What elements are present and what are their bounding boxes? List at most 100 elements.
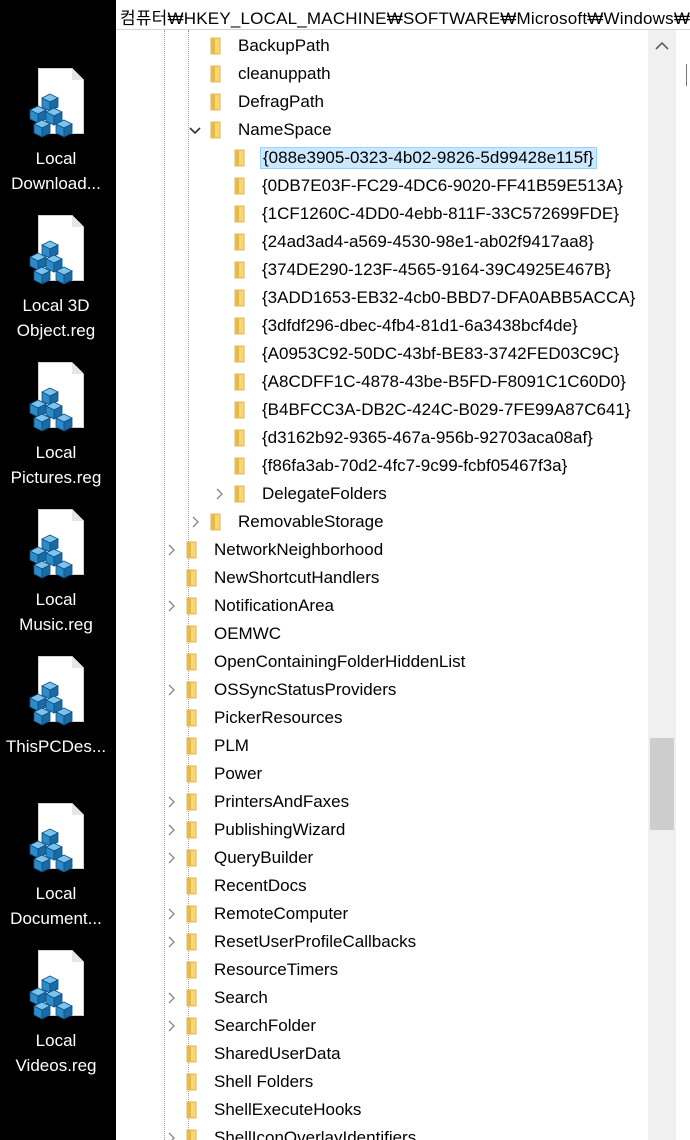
tree-node[interactable]: SearchFolder xyxy=(116,1012,648,1040)
tree-node-label[interactable]: OEMWC xyxy=(212,623,283,645)
vertical-scrollbar[interactable] xyxy=(648,30,676,1140)
tree-node[interactable]: NewShortcutHandlers xyxy=(116,564,648,592)
tree-node-label-selected[interactable]: {088e3905-0323-4b02-9826-5d99428e115f} xyxy=(260,147,597,169)
tree-node[interactable]: PLM xyxy=(116,732,648,760)
chevron-down-icon[interactable] xyxy=(188,123,202,137)
tree-node[interactable]: Shell Folders xyxy=(116,1068,648,1096)
address-path[interactable]: 컴퓨터₩HKEY_LOCAL_MACHINE₩SOFTWARE₩Microsof… xyxy=(120,4,690,29)
desktop-icon-local-videos[interactable]: Local Videos.reg xyxy=(0,950,112,1078)
tree-node[interactable]: BackupPath xyxy=(116,32,648,60)
tree-node-label[interactable]: PublishingWizard xyxy=(212,819,347,841)
chevron-right-icon[interactable] xyxy=(164,599,178,613)
scrollbar-thumb[interactable] xyxy=(650,738,674,830)
tree-node[interactable]: PrintersAndFaxes xyxy=(116,788,648,816)
tree-node[interactable]: Power xyxy=(116,760,648,788)
tree-node-label[interactable]: PrintersAndFaxes xyxy=(212,791,351,813)
tree-node[interactable]: PublishingWizard xyxy=(116,816,648,844)
tree-node-label[interactable]: Search xyxy=(212,987,270,1009)
tree-node-label[interactable]: RemovableStorage xyxy=(236,511,386,533)
tree-node-label[interactable]: BackupPath xyxy=(236,35,332,57)
tree-node[interactable]: ResetUserProfileCallbacks xyxy=(116,928,648,956)
desktop-icon-thispcdes[interactable]: ThisPCDes... xyxy=(0,656,112,759)
tree-node[interactable]: ResourceTimers xyxy=(116,956,648,984)
tree-node-label[interactable]: ShellExecuteHooks xyxy=(212,1099,363,1121)
scroll-up-arrow-icon[interactable] xyxy=(648,30,676,60)
chevron-right-icon[interactable] xyxy=(164,991,178,1005)
tree-node[interactable]: ShellIconOverlayIdentifiers xyxy=(116,1124,648,1140)
tree-node-label[interactable]: {3ADD1653-EB32-4cb0-BBD7-DFA0ABB5ACCA} xyxy=(260,287,637,309)
tree-node[interactable]: {24ad3ad4-a569-4530-98e1-ab02f9417aa8} xyxy=(116,228,648,256)
tree-node-label[interactable]: ResetUserProfileCallbacks xyxy=(212,931,418,953)
tree-node[interactable]: {f86fa3ab-70d2-4fc7-9c99-fcbf05467f3a} xyxy=(116,452,648,480)
tree-node[interactable]: {1CF1260C-4DD0-4ebb-811F-33C572699FDE} xyxy=(116,200,648,228)
address-bar[interactable]: 컴퓨터₩HKEY_LOCAL_MACHINE₩SOFTWARE₩Microsof… xyxy=(116,0,690,30)
tree-node-label[interactable]: OpenContainingFolderHiddenList xyxy=(212,651,467,673)
tree-node[interactable]: DefragPath xyxy=(116,88,648,116)
desktop-icon-local-music[interactable]: Local Music.reg xyxy=(0,509,112,637)
tree-node-label[interactable]: PLM xyxy=(212,735,251,757)
tree-node-label[interactable]: {d3162b92-9365-467a-956b-92703aca08af} xyxy=(260,427,595,449)
tree-node-label[interactable]: RecentDocs xyxy=(212,875,309,897)
chevron-right-icon[interactable] xyxy=(164,935,178,949)
tree-node[interactable]: RemovableStorage xyxy=(116,508,648,536)
tree-node[interactable]: {A8CDFF1C-4878-43be-B5FD-F8091C1C60D0} xyxy=(116,368,648,396)
tree-node[interactable]: {3ADD1653-EB32-4cb0-BBD7-DFA0ABB5ACCA} xyxy=(116,284,648,312)
tree-node[interactable]: Search xyxy=(116,984,648,1012)
tree-node[interactable]: RemoteComputer xyxy=(116,900,648,928)
tree-node-label[interactable]: ShellIconOverlayIdentifiers xyxy=(212,1127,418,1140)
desktop-icon-local-documents[interactable]: Local Document... xyxy=(0,803,112,931)
tree-node[interactable]: OSSyncStatusProviders xyxy=(116,676,648,704)
chevron-right-icon[interactable] xyxy=(164,851,178,865)
tree-node[interactable]: OpenContainingFolderHiddenList xyxy=(116,648,648,676)
tree-node-label[interactable]: {A0953C92-50DC-43bf-BE83-3742FED03C9C} xyxy=(260,343,621,365)
tree-node[interactable]: {374DE290-123F-4565-9164-39C4925E467B} xyxy=(116,256,648,284)
tree-node[interactable]: QueryBuilder xyxy=(116,844,648,872)
tree-node-label[interactable]: SearchFolder xyxy=(212,1015,318,1037)
tree-node-label[interactable]: {B4BFCC3A-DB2C-424C-B029-7FE99A87C641} xyxy=(260,399,633,421)
tree-node-label[interactable]: NewShortcutHandlers xyxy=(212,567,381,589)
tree-node-label[interactable]: {374DE290-123F-4565-9164-39C4925E467B} xyxy=(260,259,613,281)
tree-node-label[interactable]: ResourceTimers xyxy=(212,959,340,981)
tree-node[interactable]: {088e3905-0323-4b02-9826-5d99428e115f} xyxy=(116,144,648,172)
chevron-right-icon[interactable] xyxy=(164,543,178,557)
registry-tree[interactable]: BackupPath cleanuppath DefragPath NameSpace… xyxy=(116,30,648,1140)
desktop-icon-local-downloads[interactable]: Local Download... xyxy=(0,68,112,196)
tree-node-label[interactable]: DefragPath xyxy=(236,91,326,113)
tree-node[interactable]: OEMWC xyxy=(116,620,648,648)
chevron-right-icon[interactable] xyxy=(164,907,178,921)
chevron-right-icon[interactable] xyxy=(164,683,178,697)
tree-node[interactable]: SharedUserData xyxy=(116,1040,648,1068)
chevron-right-icon[interactable] xyxy=(164,823,178,837)
tree-node-label[interactable]: PickerResources xyxy=(212,707,345,729)
desktop-icon-local-pictures[interactable]: Local Pictures.reg xyxy=(0,362,112,490)
tree-node[interactable]: cleanuppath xyxy=(116,60,648,88)
tree-node[interactable]: PickerResources xyxy=(116,704,648,732)
tree-node[interactable]: DelegateFolders xyxy=(116,480,648,508)
tree-node[interactable]: {d3162b92-9365-467a-956b-92703aca08af} xyxy=(116,424,648,452)
tree-node-label[interactable]: Power xyxy=(212,763,264,785)
tree-node[interactable]: NetworkNeighborhood xyxy=(116,536,648,564)
tree-node-label[interactable]: {24ad3ad4-a569-4530-98e1-ab02f9417aa8} xyxy=(260,231,596,253)
tree-node-label[interactable]: SharedUserData xyxy=(212,1043,343,1065)
tree-node-label[interactable]: {A8CDFF1C-4878-43be-B5FD-F8091C1C60D0} xyxy=(260,371,628,393)
tree-node[interactable]: {3dfdf296-dbec-4fb4-81d1-6a3438bcf4de} xyxy=(116,312,648,340)
tree-node-label[interactable]: cleanuppath xyxy=(236,63,333,85)
chevron-right-icon[interactable] xyxy=(164,795,178,809)
tree-node-label[interactable]: NetworkNeighborhood xyxy=(212,539,385,561)
tree-node[interactable]: {0DB7E03F-FC29-4DC6-9020-FF41B59E513A} xyxy=(116,172,648,200)
tree-node[interactable]: ShellExecuteHooks xyxy=(116,1096,648,1124)
tree-node[interactable]: NotificationArea xyxy=(116,592,648,620)
tree-node-label[interactable]: NotificationArea xyxy=(212,595,336,617)
tree-node-label[interactable]: {0DB7E03F-FC29-4DC6-9020-FF41B59E513A} xyxy=(260,175,625,197)
chevron-right-icon[interactable] xyxy=(212,487,226,501)
tree-node-label[interactable]: Shell Folders xyxy=(212,1071,315,1093)
tree-node-label[interactable]: {1CF1260C-4DD0-4ebb-811F-33C572699FDE} xyxy=(260,203,621,225)
chevron-right-icon[interactable] xyxy=(188,515,202,529)
tree-node-label[interactable]: {3dfdf296-dbec-4fb4-81d1-6a3438bcf4de} xyxy=(260,315,580,337)
tree-node[interactable]: {A0953C92-50DC-43bf-BE83-3742FED03C9C} xyxy=(116,340,648,368)
tree-node-label[interactable]: QueryBuilder xyxy=(212,847,315,869)
chevron-right-icon[interactable] xyxy=(164,1131,178,1140)
tree-node-label[interactable]: NameSpace xyxy=(236,119,334,141)
tree-node-label[interactable]: {f86fa3ab-70d2-4fc7-9c99-fcbf05467f3a} xyxy=(260,455,569,477)
chevron-right-icon[interactable] xyxy=(164,1019,178,1033)
